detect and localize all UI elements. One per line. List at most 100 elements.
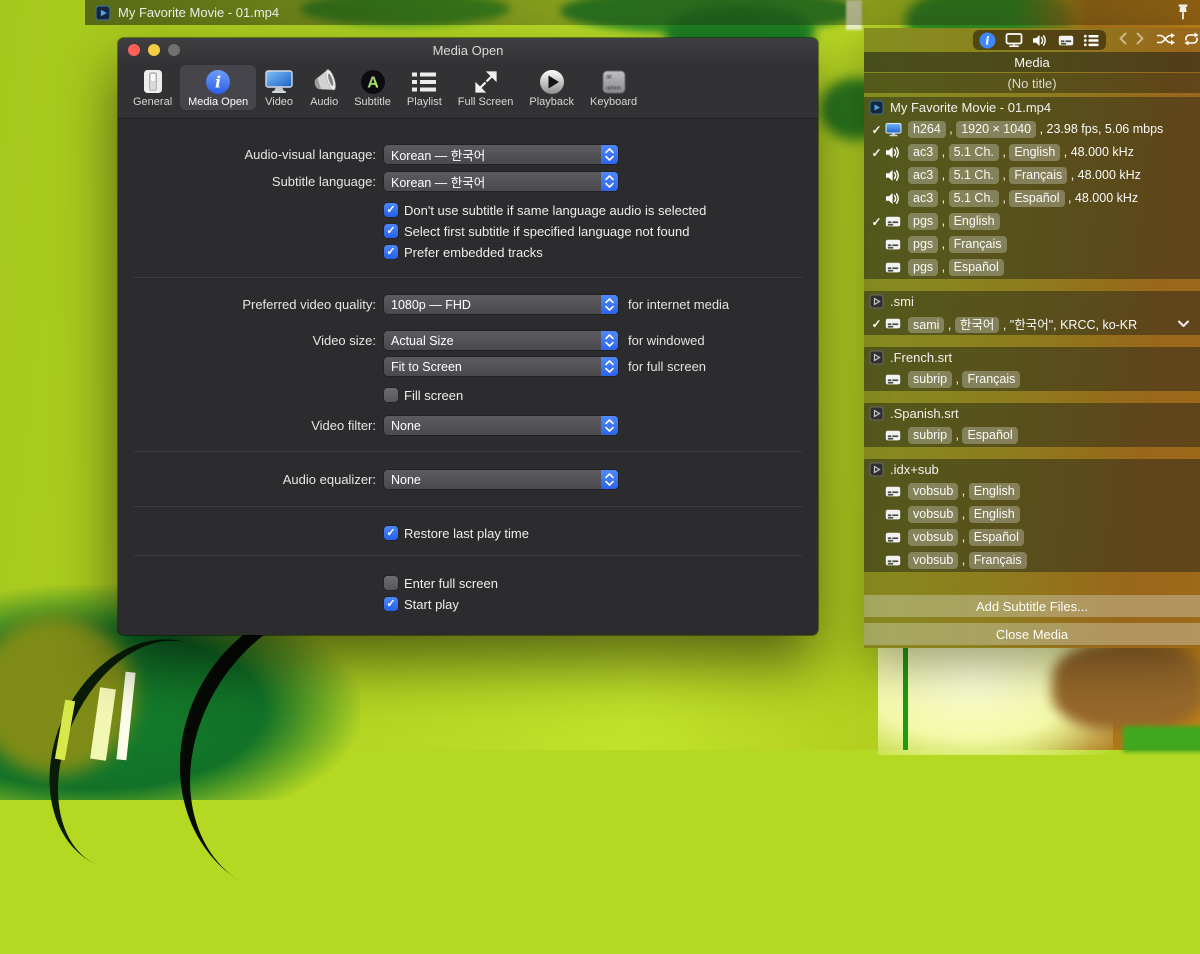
dont-use-subtitle-checkbox[interactable]: ✓: [384, 203, 398, 217]
toolbar-tab-audio[interactable]: Audio: [302, 65, 346, 110]
media-file-header[interactable]: .smi: [864, 291, 1200, 312]
toolbar-tab-keyboard[interactable]: altoption Keyboard: [582, 65, 645, 110]
track-description: pgs , Français: [908, 236, 1007, 253]
close-media-button[interactable]: Close Media: [864, 623, 1200, 645]
info-tab-icon[interactable]: i: [978, 30, 997, 50]
track-badge: English: [1009, 144, 1060, 161]
media-panel: i Media (No title) My Favorite Movie - 0…: [864, 28, 1200, 648]
toolbar-tab-playlist[interactable]: Playlist: [399, 65, 450, 110]
track-description: h264 , 1920 × 1040 , 23.98 fps, 5.06 mbp…: [908, 121, 1163, 138]
subtitle-track-icon: [884, 553, 902, 568]
separator: [134, 506, 802, 507]
restore-last-play-time-checkbox[interactable]: ✓: [384, 526, 398, 540]
next-media-button[interactable]: [1136, 32, 1144, 48]
track-row[interactable]: subrip , Français: [864, 368, 1200, 391]
add-subtitle-files-button[interactable]: Add Subtitle Files...: [864, 595, 1200, 617]
subtitle-track-icon: [884, 507, 902, 522]
track-badge: 1920 × 1040: [956, 121, 1036, 138]
select-stepper-icon: [601, 331, 618, 350]
media-file-header[interactable]: .French.srt: [864, 347, 1200, 368]
track-row[interactable]: vobsub , Français: [864, 549, 1200, 572]
field-label: Video size:: [118, 333, 384, 348]
panel-toolbar: i: [864, 28, 1200, 52]
media-open-form: Audio-visual language: Korean — 한국어 Subt…: [118, 119, 818, 613]
toolbar-tab-general[interactable]: General: [125, 65, 180, 110]
subtitle-track-icon: [884, 530, 902, 545]
separator: [134, 277, 802, 278]
pin-icon[interactable]: [1175, 3, 1193, 23]
playlist-icon: [410, 68, 438, 95]
media-file-header[interactable]: .Spanish.srt: [864, 403, 1200, 424]
track-description: subrip , Français: [908, 371, 1020, 388]
window-titlebar: My Favorite Movie - 01.mp4: [85, 0, 1200, 25]
track-badge: Français: [969, 552, 1027, 569]
media-file-name: .Spanish.srt: [890, 406, 959, 421]
track-row[interactable]: vobsub , Español: [864, 526, 1200, 549]
track-row[interactable]: vobsub , English: [864, 480, 1200, 503]
audio-tab-icon[interactable]: [1030, 30, 1049, 50]
dialog-title: Media Open: [433, 43, 504, 58]
toolbar-tab-video[interactable]: Video: [256, 65, 302, 110]
shuffle-button[interactable]: [1156, 32, 1175, 49]
separator: [134, 555, 802, 556]
track-row[interactable]: ✓h264 , 1920 × 1040 , 23.98 fps, 5.06 mb…: [864, 118, 1200, 141]
track-description: pgs , Español: [908, 259, 1004, 276]
track-row[interactable]: vobsub , English: [864, 503, 1200, 526]
track-row[interactable]: ac3 , 5.1 Ch. , Español , 48.000 kHz: [864, 187, 1200, 210]
speaker-track-icon: [884, 191, 902, 206]
select-stepper-icon: [601, 416, 618, 435]
audio-equalizer-select[interactable]: None: [384, 470, 618, 489]
track-row[interactable]: ✓ ac3 , 5.1 Ch. , English , 48.000 kHz: [864, 141, 1200, 164]
svg-text:alt: alt: [606, 74, 612, 80]
track-badge: 한국어: [955, 317, 1000, 334]
select-first-subtitle-checkbox[interactable]: ✓: [384, 224, 398, 238]
minimize-button[interactable]: [148, 44, 160, 56]
subtitle-tab-icon[interactable]: [1056, 30, 1075, 50]
subtitle-track-icon: [884, 372, 902, 387]
fill-screen-checkbox[interactable]: ✓: [384, 388, 398, 402]
toolbar-tab-subtitle[interactable]: A Subtitle: [346, 65, 399, 110]
track-badge: 5.1 Ch.: [949, 190, 999, 207]
prefer-embedded-tracks-checkbox[interactable]: ✓: [384, 245, 398, 259]
chevron-down-icon[interactable]: [1177, 320, 1190, 328]
track-selected-checkmark: ✓: [869, 317, 884, 331]
subtitle-language-select[interactable]: Korean — 한국어: [384, 172, 618, 191]
media-file-header[interactable]: .idx+sub: [864, 459, 1200, 480]
start-play-checkbox[interactable]: ✓: [384, 597, 398, 611]
video-filter-select[interactable]: None: [384, 416, 618, 435]
media-file-name: .French.srt: [890, 350, 952, 365]
audio-visual-language-select[interactable]: Korean — 한국어: [384, 145, 618, 164]
select-stepper-icon: [601, 470, 618, 489]
video-size-fullscreen-select[interactable]: Fit to Screen: [384, 357, 618, 376]
track-row[interactable]: pgs , Español: [864, 256, 1200, 279]
track-row[interactable]: ac3 , 5.1 Ch. , Français , 48.000 kHz: [864, 164, 1200, 187]
preferred-video-quality-select[interactable]: 1080p — FHD: [384, 295, 618, 314]
select-stepper-icon: [601, 295, 618, 314]
monitor-icon: [264, 68, 294, 95]
zoom-button: [168, 44, 180, 56]
toolbar-tab-playback[interactable]: Playback: [521, 65, 582, 110]
play-circle-icon: [539, 68, 565, 95]
previous-media-button[interactable]: [1119, 32, 1127, 48]
playlist-tab-icon[interactable]: [1082, 30, 1101, 50]
enter-full-screen-checkbox[interactable]: ✓: [384, 576, 398, 590]
media-file-header[interactable]: My Favorite Movie - 01.mp4: [864, 97, 1200, 118]
track-row[interactable]: ✓sami , 한국어 , "한국어", KRCC, ko-KR: [864, 312, 1200, 335]
dialog-titlebar: Media Open: [118, 38, 818, 62]
video-size-windowed-select[interactable]: Actual Size: [384, 331, 618, 350]
sub-file-icon: [869, 462, 884, 477]
track-description: ac3 , 5.1 Ch. , English , 48.000 kHz: [908, 144, 1134, 161]
media-track-list: My Favorite Movie - 01.mp4✓h264 , 1920 ×…: [864, 97, 1200, 584]
repeat-button[interactable]: [1183, 32, 1200, 49]
track-row[interactable]: pgs , Français: [864, 233, 1200, 256]
field-label: Subtitle language:: [118, 174, 384, 189]
toolbar-tab-full-screen[interactable]: Full Screen: [450, 65, 522, 110]
track-row[interactable]: subrip , Español: [864, 424, 1200, 447]
track-row[interactable]: ✓pgs , English: [864, 210, 1200, 233]
close-button[interactable]: [128, 44, 140, 56]
track-badge: Français: [949, 236, 1007, 253]
display-tab-icon[interactable]: [1004, 30, 1023, 50]
media-group: .French.srt subrip , Français: [864, 347, 1200, 391]
track-selected-checkmark: ✓: [869, 146, 884, 160]
toolbar-tab-media-open[interactable]: i Media Open: [180, 65, 256, 110]
